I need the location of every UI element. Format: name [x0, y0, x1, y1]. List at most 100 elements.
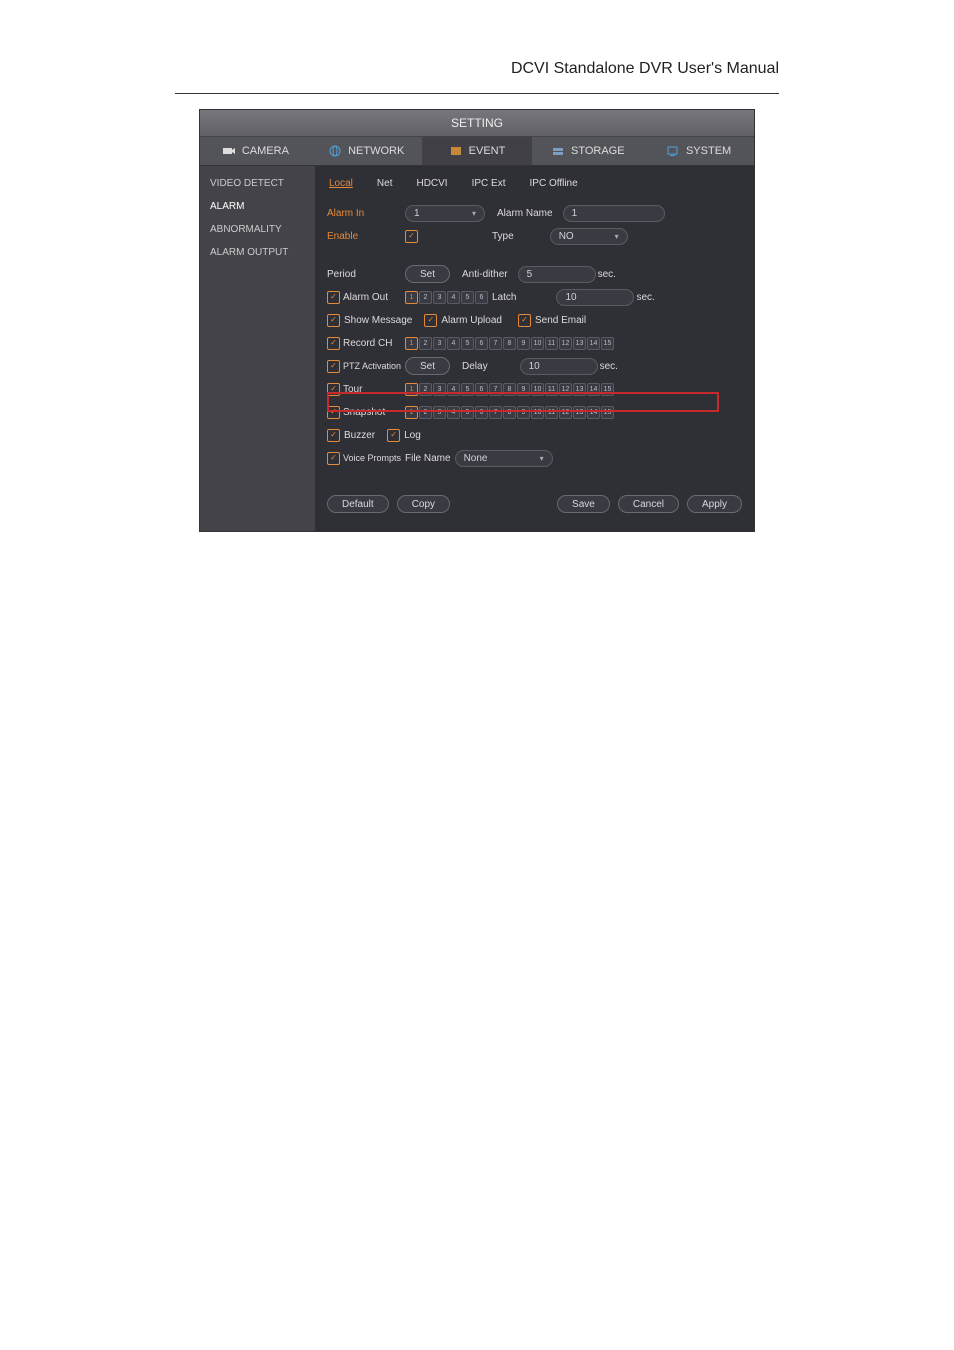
sub-tab-local[interactable]: Local	[329, 178, 353, 189]
sidebar-item-alarm[interactable]: ALARM	[200, 195, 315, 218]
alarm-in-label: Alarm In	[327, 208, 405, 219]
sec-label: sec.	[636, 292, 654, 303]
snapshot-channels[interactable]: 123456789101112131415	[405, 406, 614, 419]
ptz-text: PTZ Activation	[343, 361, 401, 371]
window-title: SETTING	[200, 110, 754, 137]
show-message-checkbox[interactable]: ✓	[327, 314, 340, 327]
sidebar-item-video-detect[interactable]: VIDEO DETECT	[200, 172, 315, 195]
sidebar: VIDEO DETECT ALARM ABNORMALITY ALARM OUT…	[200, 166, 315, 531]
latch-input[interactable]: 10	[556, 289, 634, 306]
record-ch-checkbox[interactable]: ✓	[327, 337, 340, 350]
alarm-in-select[interactable]: 1 ▾	[405, 205, 485, 222]
alarm-out-checkbox[interactable]: ✓	[327, 291, 340, 304]
divider	[175, 93, 779, 94]
chevron-down-icon: ▾	[540, 454, 544, 463]
buzzer-checkbox[interactable]: ✓	[327, 429, 340, 442]
tour-text: Tour	[343, 384, 362, 395]
latch-value: 10	[565, 292, 576, 303]
event-icon	[449, 145, 463, 157]
anti-dither-value: 5	[527, 269, 533, 280]
anti-dither-input[interactable]: 5	[518, 266, 596, 283]
alarm-in-value: 1	[414, 208, 420, 219]
log-checkbox[interactable]: ✓	[387, 429, 400, 442]
log-label: Log	[404, 430, 421, 441]
record-ch-label: ✓Record CH	[327, 337, 405, 350]
tour-checkbox[interactable]: ✓	[327, 383, 340, 396]
delay-value: 10	[529, 361, 540, 372]
tab-camera[interactable]: CAMERA	[200, 137, 311, 165]
system-icon	[666, 145, 680, 157]
tab-label: NETWORK	[348, 145, 404, 157]
record-ch-text: Record CH	[343, 338, 392, 349]
ptz-set-button[interactable]: Set	[405, 357, 450, 375]
buzzer-label: Buzzer	[344, 430, 375, 441]
ptz-activation-label: ✓PTZ Activation	[327, 360, 405, 373]
alarm-out-channels[interactable]: 123456	[405, 291, 488, 304]
type-select[interactable]: NO ▾	[550, 228, 628, 245]
voice-prompts-text: Voice Prompts	[343, 453, 401, 463]
chevron-down-icon: ▾	[615, 232, 619, 241]
snapshot-checkbox[interactable]: ✓	[327, 406, 340, 419]
voice-prompts-checkbox[interactable]: ✓	[327, 452, 340, 465]
sidebar-item-alarm-output[interactable]: ALARM OUTPUT	[200, 241, 315, 264]
app-window: SETTING CAMERA NETWORK EVENT STORAGE	[199, 109, 755, 532]
tab-event[interactable]: EVENT	[422, 137, 533, 165]
top-tabs: CAMERA NETWORK EVENT STORAGE SYSTEM	[200, 137, 754, 166]
save-button[interactable]: Save	[557, 495, 610, 513]
alarm-upload-label: Alarm Upload	[441, 315, 502, 326]
sub-tab-ipc-offline[interactable]: IPC Offline	[530, 178, 578, 189]
chevron-down-icon: ▾	[472, 209, 476, 218]
snapshot-text: Snapshot	[343, 407, 385, 418]
camera-icon	[222, 145, 236, 157]
file-name-value: None	[464, 453, 488, 464]
send-email-label: Send Email	[535, 315, 586, 326]
period-set-button[interactable]: Set	[405, 265, 450, 283]
sec-label: sec.	[600, 361, 618, 372]
tab-label: SYSTEM	[686, 145, 731, 157]
tab-system[interactable]: SYSTEM	[643, 137, 754, 165]
alarm-upload-checkbox[interactable]: ✓	[424, 314, 437, 327]
sidebar-item-abnormality[interactable]: ABNORMALITY	[200, 218, 315, 241]
latch-label: Latch	[492, 292, 516, 303]
show-message-label: Show Message	[344, 315, 412, 326]
delay-label: Delay	[462, 361, 488, 372]
sub-tab-net[interactable]: Net	[377, 178, 393, 189]
snapshot-label: ✓Snapshot	[327, 406, 405, 419]
type-label: Type	[492, 231, 514, 242]
voice-prompts-label: ✓Voice Prompts	[327, 452, 405, 465]
tab-label: CAMERA	[242, 145, 289, 157]
record-channels[interactable]: 123456789101112131415	[405, 337, 614, 350]
delay-input[interactable]: 10	[520, 358, 598, 375]
tour-channels[interactable]: 123456789101112131415	[405, 383, 614, 396]
file-name-label: File Name	[405, 453, 451, 464]
tab-network[interactable]: NETWORK	[311, 137, 422, 165]
tab-label: STORAGE	[571, 145, 625, 157]
cancel-button[interactable]: Cancel	[618, 495, 679, 513]
ptz-checkbox[interactable]: ✓	[327, 360, 340, 373]
tour-label: ✓Tour	[327, 383, 405, 396]
enable-label: Enable	[327, 231, 405, 242]
sub-tabs: Local Net HDCVI IPC Ext IPC Offline	[327, 174, 742, 199]
alarm-name-input[interactable]: 1	[563, 205, 665, 222]
anti-dither-label: Anti-dither	[462, 269, 508, 280]
alarm-name-value: 1	[572, 208, 578, 219]
alarm-out-text: Alarm Out	[343, 292, 388, 303]
copy-button[interactable]: Copy	[397, 495, 450, 513]
period-label: Period	[327, 269, 405, 280]
page-title: DCVI Standalone DVR User's Manual	[0, 0, 954, 88]
tab-label: EVENT	[469, 145, 506, 157]
sec-label: sec.	[598, 269, 616, 280]
apply-button[interactable]: Apply	[687, 495, 742, 513]
enable-checkbox[interactable]: ✓	[405, 230, 418, 243]
sub-tab-ipc-ext[interactable]: IPC Ext	[472, 178, 506, 189]
file-name-select[interactable]: None ▾	[455, 450, 553, 467]
network-icon	[328, 145, 342, 157]
default-button[interactable]: Default	[327, 495, 389, 513]
alarm-name-label: Alarm Name	[497, 208, 553, 219]
content-panel: Local Net HDCVI IPC Ext IPC Offline Alar…	[315, 166, 754, 531]
sub-tab-hdcvi[interactable]: HDCVI	[416, 178, 447, 189]
alarm-out-label: ✓Alarm Out	[327, 291, 405, 304]
type-value: NO	[559, 231, 574, 242]
tab-storage[interactable]: STORAGE	[532, 137, 643, 165]
send-email-checkbox[interactable]: ✓	[518, 314, 531, 327]
